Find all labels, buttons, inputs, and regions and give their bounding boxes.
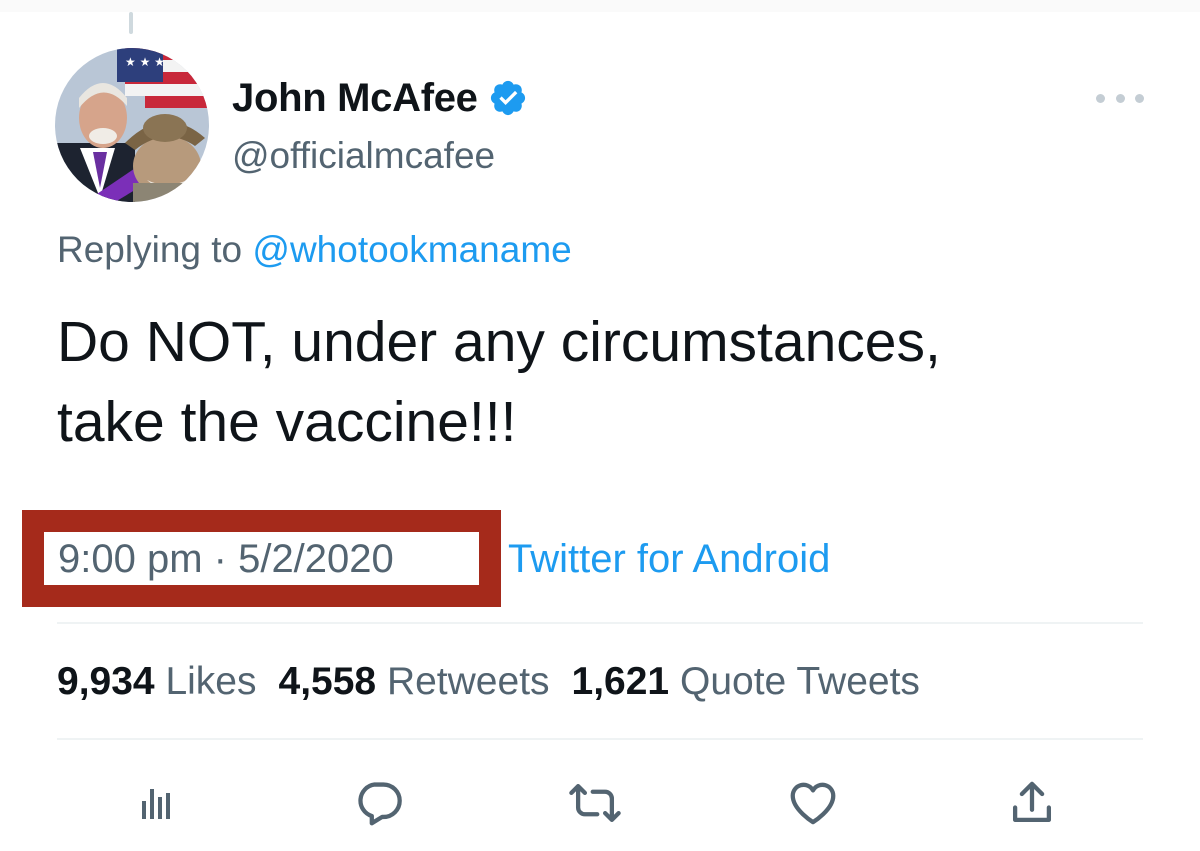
likes-stat[interactable]: 9,934 Likes bbox=[57, 660, 279, 703]
verified-badge-icon bbox=[488, 78, 528, 118]
tweet-text: Do NOT, under any circumstances, take th… bbox=[57, 302, 1147, 462]
replying-to: Replying to @whotookmaname bbox=[57, 227, 572, 273]
tweet-text-line: Do NOT, under any circumstances, bbox=[57, 310, 941, 374]
tweet-text-line: take the vaccine!!! bbox=[57, 390, 517, 454]
quote-tweets-stat[interactable]: 1,621 Quote Tweets bbox=[572, 660, 942, 703]
heart-icon[interactable] bbox=[786, 776, 840, 830]
engagement-stats: 9,934 Likes 4,558 Retweets 1,621 Quote Twe… bbox=[57, 658, 942, 706]
likes-label: Likes bbox=[165, 660, 257, 703]
retweets-count: 4,558 bbox=[278, 660, 377, 703]
share-icon[interactable] bbox=[1005, 776, 1059, 830]
svg-text:★ ★ ★: ★ ★ ★ bbox=[125, 55, 165, 69]
avatar[interactable]: ★ ★ ★ bbox=[55, 48, 209, 202]
retweets-stat[interactable]: 4,558 Retweets bbox=[279, 660, 572, 703]
likes-count: 9,934 bbox=[57, 660, 155, 703]
more-options-icon[interactable] bbox=[1096, 88, 1144, 108]
quote-tweets-label: Quote Tweets bbox=[679, 660, 920, 703]
divider bbox=[57, 738, 1143, 740]
previous-tweet-edge bbox=[0, 0, 1200, 12]
retweet-icon[interactable] bbox=[568, 776, 622, 830]
retweets-label: Retweets bbox=[386, 660, 550, 703]
thread-connector-line bbox=[129, 12, 133, 34]
tweet-timestamp[interactable]: 9:00 pm · 5/2/2020 bbox=[58, 535, 394, 583]
analytics-icon[interactable] bbox=[131, 776, 185, 830]
user-handle[interactable]: @officialmcafee bbox=[232, 133, 495, 179]
divider bbox=[57, 622, 1143, 624]
tweet-source-link[interactable]: Twitter for Android bbox=[508, 535, 830, 583]
reply-icon[interactable] bbox=[352, 776, 406, 830]
quote-tweets-count: 1,621 bbox=[571, 660, 670, 703]
display-name[interactable]: John McAfee bbox=[232, 74, 528, 122]
replying-mention-link[interactable]: @whotookmaname bbox=[252, 229, 571, 270]
display-name-text[interactable]: John McAfee bbox=[232, 74, 478, 122]
replying-prefix: Replying to bbox=[57, 229, 243, 270]
